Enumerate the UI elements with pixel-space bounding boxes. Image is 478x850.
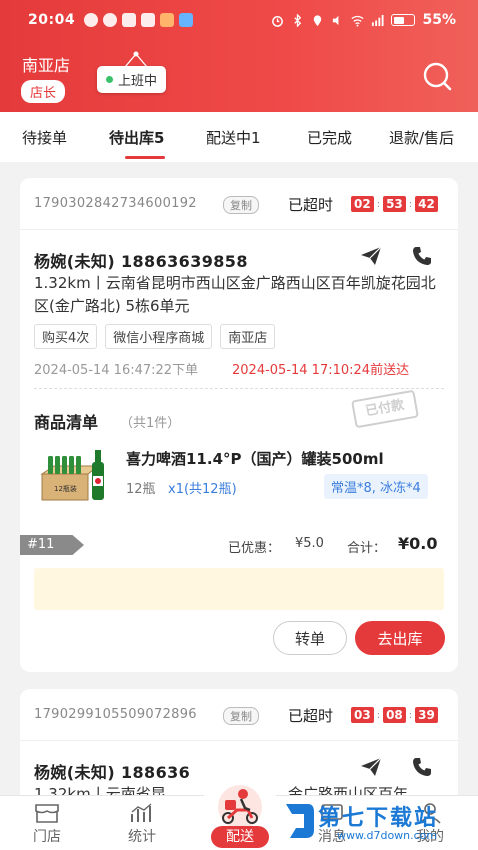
status-right: 55% bbox=[271, 12, 456, 28]
product-quantity: x1(共12瓶) bbox=[168, 482, 237, 497]
nav-store[interactable]: 门店 bbox=[17, 802, 77, 846]
alarm-icon bbox=[271, 14, 284, 27]
timer-minutes: 53 bbox=[383, 196, 406, 212]
timer-separator: : bbox=[376, 709, 381, 721]
overdue-timer: 02 : 53 : 42 bbox=[351, 196, 438, 212]
active-tab-indicator bbox=[125, 156, 165, 159]
product-name: 喜力啤酒11.4°P（国产）罐装500ml bbox=[126, 450, 384, 468]
mute-icon bbox=[331, 14, 344, 27]
total-label: 合计： bbox=[347, 541, 387, 556]
copy-button[interactable]: 复制 bbox=[223, 196, 259, 214]
remark-box bbox=[34, 568, 444, 610]
nav-delivery-label: 配送 bbox=[211, 826, 269, 848]
delivery-address: 1.32km丨云南省昆明市西山区金广路西山区百年凯旋花园北区(金广路北) 5栋6… bbox=[34, 274, 436, 315]
delivery-rider-icon bbox=[218, 785, 262, 828]
order-time: 2024-05-14 16:47:22下单 bbox=[34, 363, 199, 378]
customer-name-phone: 杨婉(未知) 18863639858 bbox=[34, 252, 248, 271]
duty-status-toggle[interactable]: 上班中 bbox=[97, 66, 167, 93]
overdue-timer: 03 : 08 : 39 bbox=[351, 707, 438, 723]
search-icon[interactable] bbox=[420, 60, 454, 94]
phone-icon[interactable] bbox=[412, 246, 432, 266]
divider bbox=[20, 229, 458, 230]
watermark-logo-icon bbox=[286, 804, 314, 838]
order-id: 1790302842734600192 bbox=[34, 196, 197, 211]
bluetooth-icon bbox=[291, 13, 304, 27]
discount-value: ¥5.0 bbox=[295, 536, 324, 551]
customer-tags: 购买4次 微信小程序商城 南亚店 bbox=[34, 324, 276, 349]
order-status-tabs: 待接单 待出库5 配送中1 已完成 退款/售后 bbox=[0, 112, 478, 162]
app-notification-icon bbox=[179, 13, 194, 27]
paid-stamp: 已付款 bbox=[351, 389, 419, 429]
send-message-icon[interactable] bbox=[360, 246, 382, 266]
divider bbox=[20, 740, 458, 741]
timer-hours: 03 bbox=[351, 707, 374, 723]
site-watermark: 第七下载站 www.d7down.com bbox=[282, 796, 478, 850]
status-time: 20:04 bbox=[28, 12, 76, 28]
role-badge: 店长 bbox=[21, 80, 66, 103]
order-id: 1790299105509072896 bbox=[34, 707, 197, 722]
notification-icons bbox=[84, 13, 194, 27]
overdue-label: 已超时 bbox=[288, 196, 334, 214]
tab-completed[interactable]: 已完成 bbox=[307, 127, 352, 148]
customer-name-phone: 杨婉(未知) 188636 bbox=[34, 763, 191, 782]
timer-minutes: 08 bbox=[383, 707, 406, 723]
watermark-url: www.d7down.com bbox=[337, 829, 438, 842]
notification-icon bbox=[84, 13, 99, 27]
dashed-divider bbox=[34, 388, 444, 389]
overdue-label: 已超时 bbox=[288, 707, 334, 725]
notification-icon bbox=[103, 13, 118, 27]
product-list-title: 商品清单 bbox=[34, 413, 99, 432]
copy-button[interactable]: 复制 bbox=[223, 707, 259, 725]
timer-hours: 02 bbox=[351, 196, 374, 212]
deliver-deadline: 2024-05-14 17:10:24前送达 bbox=[232, 363, 410, 378]
outstock-button[interactable]: 去出库 bbox=[355, 621, 445, 655]
nav-stats[interactable]: 统计 bbox=[112, 802, 172, 846]
product-temperature: 常温*8, 冰冻*4 bbox=[324, 474, 428, 499]
order-sequence-number: #11 bbox=[20, 535, 84, 555]
location-icon bbox=[311, 14, 324, 27]
nav-store-label: 门店 bbox=[33, 829, 61, 845]
duty-status-label: 上班中 bbox=[118, 74, 158, 89]
header-bar: 20:04 55% 南亚店 店长 上班中 bbox=[0, 0, 478, 112]
nav-stats-label: 统计 bbox=[128, 829, 156, 845]
send-message-icon[interactable] bbox=[360, 757, 382, 777]
battery-icon bbox=[391, 14, 416, 26]
discount-label: 已优惠： bbox=[228, 541, 281, 556]
tab-refund[interactable]: 退款/售后 bbox=[389, 127, 454, 148]
app-notification-icon bbox=[160, 13, 175, 27]
tab-pending-accept[interactable]: 待接单 bbox=[22, 127, 67, 148]
battery-percent: 55% bbox=[422, 12, 456, 28]
tab-pending-outstock[interactable]: 待出库5 bbox=[109, 127, 164, 148]
product-image: 12瓶装 bbox=[40, 450, 104, 501]
tab-delivering[interactable]: 配送中1 bbox=[206, 127, 261, 148]
phone-icon[interactable] bbox=[412, 757, 432, 777]
notification-icon bbox=[141, 13, 156, 27]
tag-store: 南亚店 bbox=[220, 324, 276, 349]
order-card[interactable]: 1790302842734600192 复制 已超时 02 : 53 : 42 … bbox=[20, 178, 458, 672]
timer-separator: : bbox=[408, 709, 413, 721]
transfer-order-button[interactable]: 转单 bbox=[273, 621, 347, 655]
product-unit: 12瓶 bbox=[126, 482, 156, 497]
tag-purchase-count: 购买4次 bbox=[34, 324, 98, 349]
timer-seconds: 39 bbox=[415, 707, 438, 723]
timer-seconds: 42 bbox=[415, 196, 438, 212]
store-name[interactable]: 南亚店 bbox=[22, 52, 70, 76]
timer-separator: : bbox=[408, 198, 413, 210]
watermark-text: 第七下载站 bbox=[318, 806, 439, 831]
online-dot-icon bbox=[106, 76, 113, 83]
tag-channel: 微信小程序商城 bbox=[105, 324, 213, 349]
product-list-count: （共1件） bbox=[120, 416, 181, 431]
stats-icon bbox=[131, 803, 152, 822]
signal-icon bbox=[371, 14, 385, 27]
notification-icon bbox=[122, 13, 137, 27]
total-value: ¥0.0 bbox=[398, 534, 438, 553]
store-icon bbox=[35, 804, 59, 823]
status-bar: 20:04 55% bbox=[0, 0, 478, 40]
wifi-icon bbox=[351, 14, 364, 27]
product-box-label: 12瓶装 bbox=[54, 484, 77, 493]
timer-separator: : bbox=[376, 198, 381, 210]
